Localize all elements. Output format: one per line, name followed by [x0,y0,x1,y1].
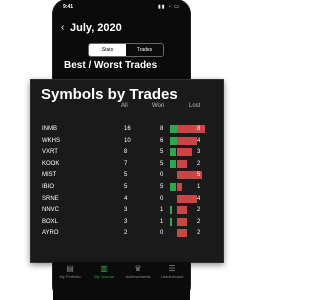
tab-label: My Portfolio [59,274,81,279]
col-header-all: All [121,103,128,109]
won-count: 6 [160,137,164,144]
all-count: 10 [124,137,131,144]
symbol: KOOK [42,160,60,167]
table-row[interactable]: WKHS 10 6 4 [0,136,247,147]
table-row[interactable]: BOXL 3 1 2 [0,217,247,228]
status-time: 9:41 [63,4,74,10]
trophy-icon: ♛ [134,264,142,273]
won-count: 0 [160,230,164,237]
won-count: 5 [160,149,164,156]
all-count: 5 [124,184,128,190]
lost-bar [177,159,187,168]
lost-count: 5 [197,172,201,179]
lost-count: 3 [197,149,201,156]
tab-bar: ▤ My Portfolio ▥ My Journal ♛ Achievemen… [53,262,190,300]
table-row[interactable]: KOOK 7 5 2 [0,159,247,170]
tab-my-journal[interactable]: ▥ My Journal [87,264,121,279]
symbol: INMB [42,126,57,132]
table-row[interactable]: VXRT 8 5 3 [0,147,247,158]
won-count: 1 [160,207,164,214]
symbol: SRNE [42,195,59,202]
all-count: 5 [124,172,128,179]
section-title: Best / Worst Trades [64,60,158,71]
symbol: WKHS [42,137,60,144]
back-icon[interactable]: ‹ [61,22,64,33]
lost-bar [177,183,182,191]
won-count: 1 [160,218,164,225]
all-count: 3 [124,218,128,225]
lost-count: 2 [197,218,201,225]
won-count: 0 [160,195,164,202]
month-title: July, 2020 [70,22,122,34]
won-bar [170,159,176,168]
status-icons: ▮▮ ◔ ▭ [157,4,180,10]
lost-count: 2 [197,207,201,214]
leaderboard-icon: ☰ [168,264,176,273]
portfolio-icon: ▤ [66,264,74,273]
lost-bar [177,125,205,133]
won-bar [170,148,176,157]
table-row[interactable]: MIST 5 0 5 [0,170,247,181]
won-count: 8 [160,126,164,132]
journal-icon: ▥ [100,264,108,273]
tab-trades[interactable]: Trades [126,44,163,56]
lost-bar [177,136,197,145]
all-count: 3 [124,207,128,214]
lost-count: 2 [197,160,201,167]
won-count: 5 [160,160,164,167]
all-count: 2 [124,230,128,237]
won-bar [170,183,176,191]
lost-count: 8 [197,126,201,132]
symbol: NNVC [42,207,60,214]
symbol: IBIO [42,184,55,190]
col-header-won: Won [152,103,165,109]
lost-count: 4 [197,137,201,144]
table-row[interactable]: INMB 16 8 8 [0,124,247,135]
status-bar: 9:41 ▮▮ ◔ ▭ [53,0,190,16]
lost-bar [177,148,192,157]
won-bar [170,206,172,215]
tab-label: Leaderboard [160,274,184,279]
won-count: 5 [160,184,164,190]
symbol: BOXL [42,218,59,225]
all-count: 8 [124,149,128,156]
view-switcher: Stats Trades [88,43,164,57]
symbol: MIST [42,172,57,179]
table-row[interactable]: IBIO 5 5 1 [0,182,247,193]
lost-count: 2 [197,230,201,237]
all-count: 7 [124,160,128,167]
lost-bar [177,194,197,203]
lost-count: 1 [197,184,201,190]
tab-achievements[interactable]: ♛ Achievements [121,264,155,279]
all-count: 16 [124,126,131,132]
lost-bar [177,229,187,238]
table-row[interactable]: NNVC 3 1 2 [0,205,247,216]
tab-leaderboard[interactable]: ☰ Leaderboard [155,264,189,279]
symbol: AYRO [42,230,59,237]
panel-title: Symbols by Trades [41,86,178,103]
table-row[interactable]: SRNE 4 0 4 [0,194,247,205]
symbol: VXRT [42,149,58,156]
all-count: 4 [124,195,128,202]
won-count: 0 [160,172,164,179]
tab-stats[interactable]: Stats [89,44,126,56]
lost-bar [177,206,187,215]
tab-my-portfolio[interactable]: ▤ My Portfolio [53,264,87,279]
tab-label: Achievements [125,274,151,279]
table-row[interactable]: AYRO 2 0 2 [0,228,247,239]
lost-bar [177,217,187,226]
won-bar [170,217,172,226]
lost-count: 4 [197,195,201,202]
col-header-lost: Lost [189,103,201,109]
tab-label: My Journal [94,274,114,279]
